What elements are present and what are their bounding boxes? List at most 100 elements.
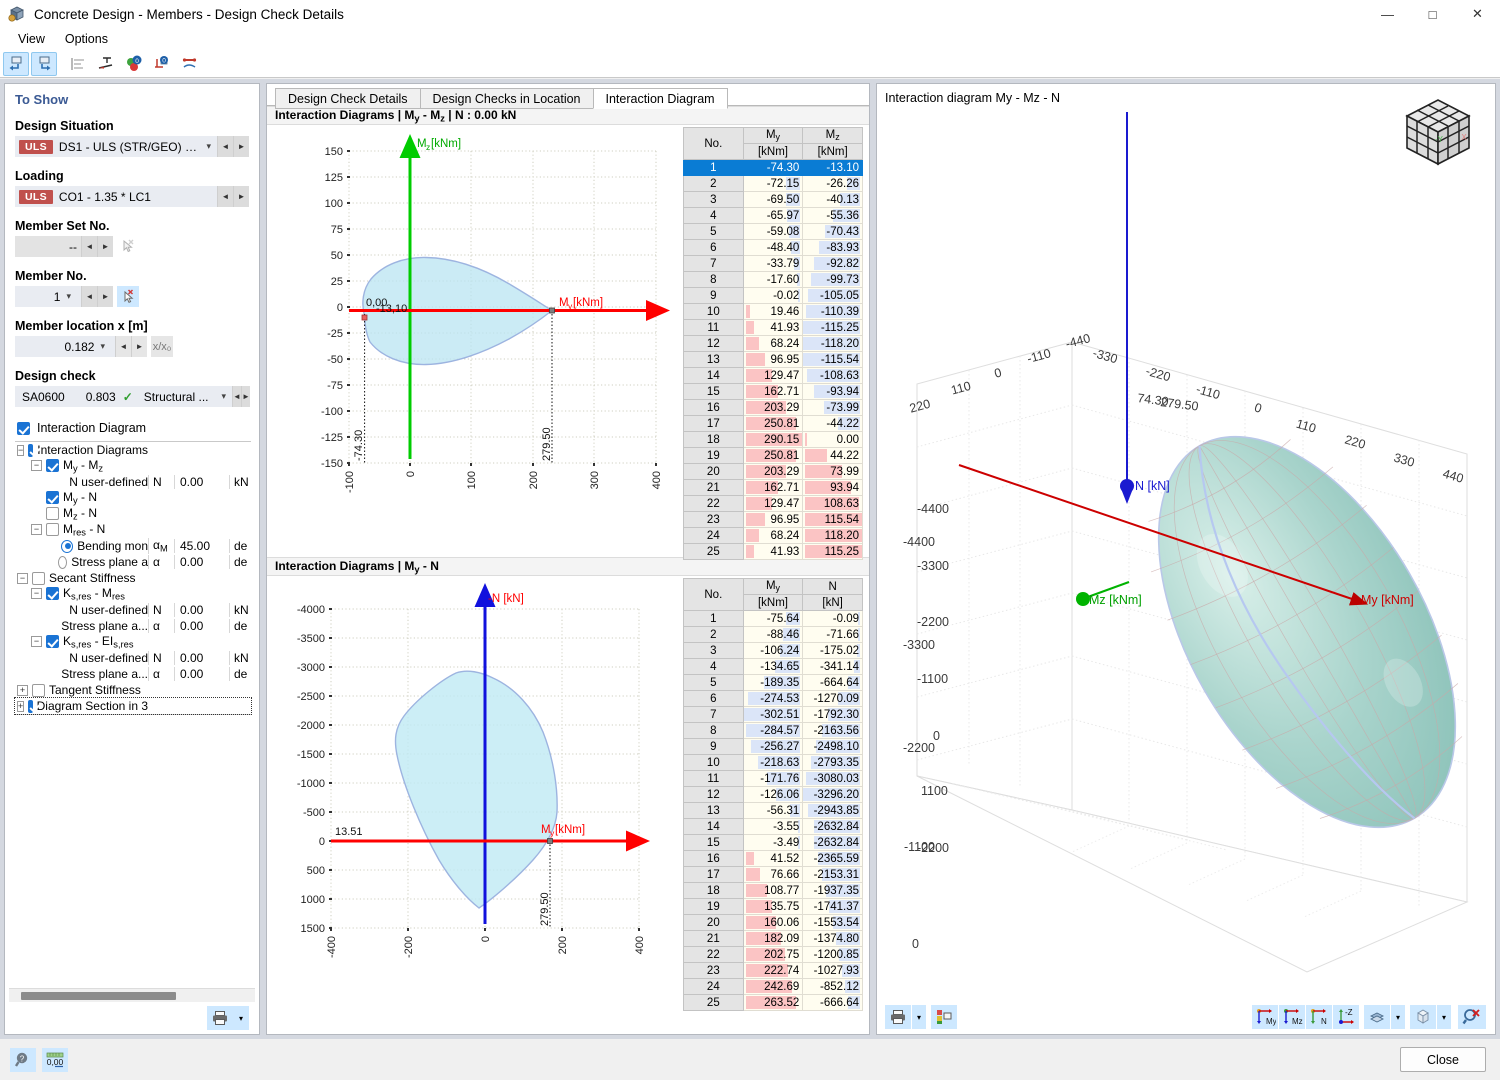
table-row[interactable]: 21162.7193.94 bbox=[684, 480, 863, 496]
horizontal-scrollbar[interactable] bbox=[9, 988, 255, 1002]
cell-my[interactable]: -17.60 bbox=[743, 272, 803, 288]
cell-mz[interactable]: -110.39 bbox=[803, 304, 863, 320]
cell-n[interactable]: -2943.85 bbox=[803, 803, 863, 819]
collapse-icon[interactable]: − bbox=[31, 636, 42, 647]
member-no-next-button[interactable]: ► bbox=[97, 286, 113, 307]
cell-n[interactable]: -1553.54 bbox=[803, 915, 863, 931]
loading-prev-button[interactable]: ◄ bbox=[217, 186, 233, 207]
table-row[interactable]: 20203.2973.99 bbox=[684, 464, 863, 480]
cell-mz[interactable]: 0.00 bbox=[803, 432, 863, 448]
table-row[interactable]: 12-126.06-3296.20 bbox=[684, 787, 863, 803]
tree-radio[interactable] bbox=[61, 540, 73, 553]
table-row[interactable]: 20160.06-1553.54 bbox=[684, 915, 863, 931]
cell-my[interactable]: 250.81 bbox=[743, 448, 803, 464]
table-row[interactable]: 22202.75-1200.85 bbox=[684, 947, 863, 963]
collapse-icon[interactable]: − bbox=[31, 524, 42, 535]
table-row[interactable]: 4-134.65-341.14 bbox=[684, 659, 863, 675]
cell-n[interactable]: -1027.93 bbox=[803, 963, 863, 979]
cell-my[interactable]: -33.79 bbox=[743, 256, 803, 272]
cell-my[interactable]: -48.40 bbox=[743, 240, 803, 256]
member-set-prev-button[interactable]: ◄ bbox=[81, 236, 97, 257]
cell-my[interactable]: -59.08 bbox=[743, 224, 803, 240]
cell-my[interactable]: -3.55 bbox=[743, 819, 803, 835]
cell-n[interactable]: -664.64 bbox=[803, 675, 863, 691]
cell-mz[interactable]: -108.63 bbox=[803, 368, 863, 384]
design-check-next-button[interactable]: ► bbox=[241, 386, 250, 407]
cell-my[interactable]: 41.52 bbox=[743, 851, 803, 867]
cell-n[interactable]: -71.66 bbox=[803, 627, 863, 643]
view-iso-z-icon[interactable]: -Z bbox=[1333, 1005, 1359, 1029]
table-row[interactable]: 11-171.76-3080.03 bbox=[684, 771, 863, 787]
cell-mz[interactable]: -40.13 bbox=[803, 192, 863, 208]
tree-value-cell[interactable]: 0.00 bbox=[174, 603, 229, 617]
interaction-diagram-checkbox[interactable] bbox=[17, 422, 30, 435]
design-situation-prev-button[interactable]: ◄ bbox=[217, 136, 233, 157]
cell-mz[interactable]: -70.43 bbox=[803, 224, 863, 240]
cell-my[interactable]: 162.71 bbox=[743, 480, 803, 496]
cell-my[interactable]: 41.93 bbox=[743, 320, 803, 336]
cell-my[interactable]: -72.15 bbox=[743, 176, 803, 192]
table-row[interactable]: 2-72.15-26.26 bbox=[684, 176, 863, 192]
tree-row[interactable]: −Mres - N bbox=[15, 522, 251, 538]
cell-my[interactable]: -69.50 bbox=[743, 192, 803, 208]
cell-n[interactable]: -666.64 bbox=[803, 995, 863, 1011]
cell-mz[interactable]: -13.10 bbox=[803, 160, 863, 176]
table-row[interactable]: 2541.93115.25 bbox=[684, 544, 863, 560]
cell-n[interactable]: -2498.10 bbox=[803, 739, 863, 755]
next-view-icon[interactable] bbox=[31, 52, 57, 76]
cell-mz[interactable]: 115.54 bbox=[803, 512, 863, 528]
table-row[interactable]: 23222.74-1027.93 bbox=[684, 963, 863, 979]
expand-icon[interactable]: + bbox=[17, 701, 24, 712]
cell-n[interactable]: -2153.31 bbox=[803, 867, 863, 883]
cell-my[interactable]: 68.24 bbox=[743, 528, 803, 544]
table-row[interactable]: 10-218.63-2793.35 bbox=[684, 755, 863, 771]
cell-mz[interactable]: 118.20 bbox=[803, 528, 863, 544]
expand-icon[interactable]: + bbox=[17, 685, 28, 696]
cell-my[interactable]: -256.27 bbox=[743, 739, 803, 755]
table-my-n[interactable]: No. My N [kNm] [kN] 1-75.64-0.092-88.46-… bbox=[683, 578, 863, 1011]
collapse-icon[interactable]: − bbox=[17, 573, 28, 584]
table-row[interactable]: 6-48.40-83.93 bbox=[684, 240, 863, 256]
cell-my[interactable]: 129.47 bbox=[743, 368, 803, 384]
cell-my[interactable]: -74.30 bbox=[743, 160, 803, 176]
section-icon[interactable] bbox=[93, 52, 119, 76]
cell-n[interactable]: -1270.09 bbox=[803, 691, 863, 707]
table-row[interactable]: 18108.77-1937.35 bbox=[684, 883, 863, 899]
cell-my[interactable]: 203.29 bbox=[743, 400, 803, 416]
chevron-down-icon-box[interactable]: ▾ bbox=[1437, 1005, 1451, 1029]
cell-n[interactable]: -1374.80 bbox=[803, 931, 863, 947]
table-row[interactable]: 3-106.24-175.02 bbox=[684, 643, 863, 659]
tree-radio[interactable] bbox=[58, 556, 67, 569]
cell-my[interactable]: 222.74 bbox=[743, 963, 803, 979]
collapse-icon[interactable]: − bbox=[31, 588, 42, 599]
table-row[interactable]: 5-189.35-664.64 bbox=[684, 675, 863, 691]
close-window-button[interactable]: ✕ bbox=[1455, 0, 1500, 28]
tree-checkbox[interactable] bbox=[28, 444, 33, 457]
tree-row[interactable]: −Ks,res - Mres bbox=[15, 586, 251, 602]
tree-row[interactable]: Mz - N bbox=[15, 506, 251, 522]
render-settings-icon[interactable] bbox=[931, 1005, 957, 1029]
view-my-icon[interactable]: My bbox=[1252, 1005, 1278, 1029]
chevron-down-icon-designcheck[interactable]: ▾ bbox=[215, 391, 232, 402]
cell-my[interactable]: 290.15 bbox=[743, 432, 803, 448]
close-button[interactable]: Close bbox=[1400, 1047, 1486, 1072]
chart-my-n[interactable]: -4000-3500 -3000-2500 -2000-1500 -1000-5… bbox=[271, 580, 671, 1010]
table-row[interactable]: 1268.24-118.20 bbox=[684, 336, 863, 352]
tab-design-checks-in-location[interactable]: Design Checks in Location bbox=[420, 88, 594, 109]
table-row[interactable]: 21182.09-1374.80 bbox=[684, 931, 863, 947]
cell-my[interactable]: -134.65 bbox=[743, 659, 803, 675]
cell-n[interactable]: -1937.35 bbox=[803, 883, 863, 899]
table-row[interactable]: 1019.46-110.39 bbox=[684, 304, 863, 320]
table-row[interactable]: 16203.29-73.99 bbox=[684, 400, 863, 416]
tree-row[interactable]: Stress plane aα0.00de bbox=[15, 554, 251, 570]
menu-view[interactable]: View bbox=[8, 30, 55, 48]
cell-my[interactable]: 263.52 bbox=[743, 995, 803, 1011]
table-row[interactable]: 9-0.02-105.05 bbox=[684, 288, 863, 304]
table-row[interactable]: 14129.47-108.63 bbox=[684, 368, 863, 384]
member-set-input[interactable]: -- bbox=[15, 236, 81, 257]
cell-mz[interactable]: -55.36 bbox=[803, 208, 863, 224]
tree-checkbox[interactable] bbox=[46, 523, 59, 536]
tree-value-cell[interactable]: 0.00 bbox=[174, 651, 229, 665]
interaction-diagram-toggle[interactable]: Interaction Diagram bbox=[5, 407, 259, 441]
box-view-icon[interactable] bbox=[1410, 1005, 1436, 1029]
